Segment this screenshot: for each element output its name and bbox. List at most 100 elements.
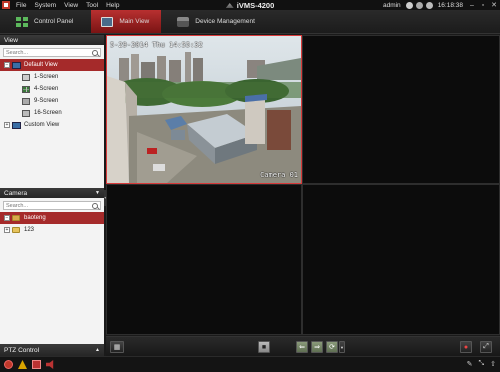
tree-item-4-screen[interactable]: 4-Screen (0, 83, 104, 95)
nine-screen-icon (22, 97, 30, 105)
collapse-icon[interactable]: − (4, 215, 10, 221)
maximize-button[interactable]: ▫ (479, 1, 487, 9)
menu-help[interactable]: Help (102, 2, 123, 9)
menu-view[interactable]: View (60, 2, 82, 9)
cpu-icon[interactable] (425, 1, 433, 9)
tree-item-123[interactable]: + 123 (0, 224, 104, 236)
alarm-icon[interactable] (4, 360, 13, 369)
camera-feed-image (107, 36, 301, 183)
camera-search-input[interactable] (6, 202, 86, 209)
module-tab-bar: Control Panel Main View Device Managemen… (0, 10, 500, 34)
tree-item-label: 4-Screen (34, 86, 59, 92)
close-button[interactable]: ✕ (490, 1, 498, 9)
video-cell-4[interactable] (302, 184, 500, 335)
folder-icon (12, 215, 20, 221)
app-logo-icon (0, 0, 12, 10)
view-search-input[interactable] (6, 49, 86, 56)
tab-control-panel[interactable]: Control Panel (6, 10, 85, 33)
video-grid: 5-29-2014 Thu 14:55:32 Camera 01 (106, 35, 500, 335)
tab-main-view[interactable]: Main View (91, 10, 162, 33)
osd-camera-name: Camera 01 (260, 171, 298, 179)
camera-search-field[interactable] (3, 201, 101, 210)
tab-label: Device Management (195, 18, 255, 25)
menu-file[interactable]: File (12, 2, 30, 9)
stop-all-button[interactable]: ■ (258, 341, 270, 353)
video-cell-3[interactable] (106, 184, 302, 335)
next-page-button[interactable]: ⇒ (311, 341, 323, 353)
camera-panel-header[interactable]: Camera ▼ (0, 188, 104, 198)
tree-item-label: Default View (24, 62, 58, 68)
control-panel-icon (16, 16, 28, 27)
tree-item-custom-view[interactable]: + Custom View (0, 119, 104, 131)
tree-item-baoteng[interactable]: − baoteng (0, 212, 104, 224)
window-layout-button[interactable]: ▦ (110, 341, 124, 353)
view-group-icon (12, 61, 21, 69)
camera-panel: Camera ▼ − baoteng + 123 (0, 188, 104, 346)
left-sidebar: View − Default View 1-Screen 4-Screen 9-… (0, 35, 104, 356)
user-icon[interactable] (405, 1, 413, 9)
warning-icon[interactable] (18, 360, 27, 369)
tab-label: Main View (119, 18, 150, 25)
menu-bar: File System View Tool Help iVMS-4200 adm… (0, 0, 500, 10)
tree-item-9-screen[interactable]: 9-Screen (0, 95, 104, 107)
tree-item-label: 16-Screen (34, 110, 62, 116)
device-management-icon (177, 16, 190, 27)
menu-tool[interactable]: Tool (82, 2, 102, 9)
tab-label: Control Panel (34, 18, 74, 25)
fullscreen-icon[interactable]: ⤢ (480, 341, 492, 353)
lock-icon[interactable] (415, 1, 423, 9)
tree-item-label: Custom View (24, 122, 60, 128)
tree-item-1-screen[interactable]: 1-Screen (0, 71, 104, 83)
view-panel-header[interactable]: View (0, 35, 104, 45)
search-icon[interactable] (92, 202, 98, 209)
menu-system[interactable]: System (30, 2, 60, 9)
tab-device-management[interactable]: Device Management (167, 10, 267, 33)
search-icon[interactable] (92, 49, 98, 56)
camera-tree: − baoteng + 123 (0, 212, 104, 236)
chevron-down-icon[interactable]: ▼ (95, 190, 100, 196)
tree-item-16-screen[interactable]: 16-Screen (0, 107, 104, 119)
camera-panel-title: Camera (4, 189, 28, 197)
expand-icon[interactable]: + (4, 122, 10, 128)
video-cell-2[interactable] (302, 35, 500, 184)
window-title-text: iVMS-4200 (236, 0, 275, 10)
view-panel-title: View (4, 36, 18, 44)
volume-icon[interactable] (46, 360, 54, 369)
ptz-panel-title: PTZ Control (4, 346, 40, 354)
pin-icon[interactable]: ✎ (467, 360, 473, 368)
message-icon[interactable] (32, 360, 41, 369)
auto-switch-dropdown-icon[interactable]: ▼ (339, 341, 345, 353)
up-arrow-icon[interactable]: ⇧ (490, 360, 496, 368)
four-screen-icon (22, 85, 30, 93)
record-icon[interactable]: ● (460, 341, 472, 353)
menu-bar-right: admin 16:18:38 – ▫ ✕ (383, 0, 500, 10)
chevron-up-icon[interactable]: ▲ (95, 347, 100, 353)
video-cell-1[interactable]: 5-29-2014 Thu 14:55:32 Camera 01 (106, 35, 302, 184)
status-bar-right: ✎ ⤡ ⇧ (467, 360, 496, 368)
expand-icon[interactable]: + (4, 227, 10, 233)
clock: 16:18:38 (437, 1, 463, 9)
tree-item-default-view[interactable]: − Default View (0, 59, 104, 71)
view-search-field[interactable] (3, 48, 101, 57)
folder-icon (12, 227, 20, 233)
view-group-icon (12, 121, 21, 129)
camera-feed (107, 36, 301, 183)
collapse-icon[interactable]: − (4, 62, 10, 68)
auto-switch-button[interactable]: ⟳ (326, 341, 338, 353)
current-user: admin (382, 1, 401, 9)
ivms-window: File System View Tool Help iVMS-4200 adm… (0, 0, 500, 372)
view-tree: − Default View 1-Screen 4-Screen 9-Scree… (0, 59, 104, 131)
sixteen-screen-icon (22, 109, 30, 117)
live-view-toolbar: ▦ ■ ⇐ ⇒ ⟳ ▼ ● ⤢ (106, 336, 500, 356)
expand-icon[interactable]: ⤡ (479, 360, 485, 368)
single-screen-icon (22, 73, 30, 81)
minimize-button[interactable]: – (468, 1, 476, 9)
status-bar: ✎ ⤡ ⇧ (0, 356, 500, 372)
tree-item-label: baoteng (24, 215, 46, 221)
brand-icon (225, 3, 234, 9)
tree-item-label: 1-Screen (34, 74, 59, 80)
tree-item-label: 9-Screen (34, 98, 59, 104)
main-view-icon (101, 16, 114, 27)
ptz-panel-header[interactable]: PTZ Control ▲ (0, 344, 104, 356)
previous-page-button[interactable]: ⇐ (296, 341, 308, 353)
